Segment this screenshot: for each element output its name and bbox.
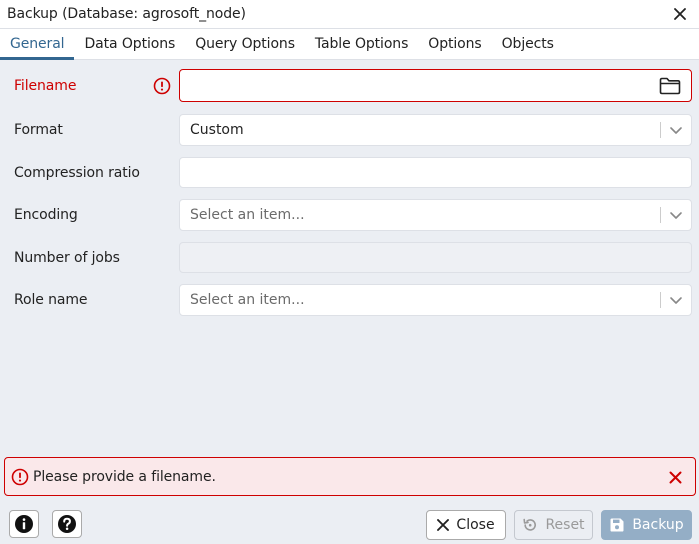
tab-options[interactable]: Options [418,29,491,59]
tab-table-options[interactable]: Table Options [305,29,418,59]
role-name-row: Role name Select an item... [0,284,699,316]
filename-row: Filename [0,69,699,102]
tab-bar: General Data Options Query Options Table… [0,29,699,60]
number-of-jobs-input [190,243,691,272]
compression-ratio-input[interactable] [190,158,691,187]
role-name-select[interactable]: Select an item... [179,284,692,316]
error-banner-message: Please provide a filename. [33,468,216,485]
chevron-down-icon[interactable] [668,207,684,223]
compression-ratio-label: Compression ratio [14,164,140,181]
chevron-down-icon[interactable] [668,292,684,308]
encoding-placeholder: Select an item... [190,207,305,223]
info-icon [14,514,34,534]
tab-data-options[interactable]: Data Options [74,29,185,59]
filename-label: Filename [14,77,77,94]
encoding-row: Encoding Select an item... [0,199,699,231]
role-name-placeholder: Select an item... [190,292,305,308]
dialog-title: Backup (Database: agrosoft_node) [7,6,246,22]
backup-button-label: Backup [632,517,684,533]
role-name-label: Role name [14,292,88,308]
filename-field[interactable] [179,69,692,102]
dialog-close-icon[interactable] [671,5,689,23]
number-of-jobs-label: Number of jobs [14,249,120,266]
format-row: Format Custom [0,114,699,146]
compression-ratio-row: Compression ratio [0,157,699,188]
select-separator [660,122,661,138]
close-icon [437,519,450,531]
dialog-footer: Close Reset Backup [0,500,699,544]
reset-icon [522,517,538,533]
info-button[interactable] [9,510,39,538]
error-circle-icon [11,468,29,486]
error-banner: Please provide a filename. [4,457,696,496]
reset-button[interactable]: Reset [514,510,593,540]
tab-query-options[interactable]: Query Options [185,29,305,59]
format-value: Custom [190,122,244,138]
tab-general[interactable]: General [0,29,75,60]
tab-objects[interactable]: Objects [492,29,564,59]
select-separator [660,292,661,308]
help-button[interactable] [52,510,82,538]
encoding-select[interactable]: Select an item... [179,199,692,231]
error-circle-icon [153,77,171,95]
reset-button-label: Reset [545,517,585,533]
select-separator [660,207,661,223]
save-icon [609,517,625,533]
format-label: Format [14,122,63,138]
filename-input[interactable] [190,70,691,101]
number-of-jobs-field [179,242,692,273]
help-icon [57,514,77,534]
chevron-down-icon[interactable] [668,122,684,138]
folder-icon[interactable] [659,76,681,96]
format-select[interactable]: Custom [179,114,692,146]
backup-button[interactable]: Backup [601,510,692,540]
banner-close-icon[interactable] [667,469,683,485]
close-button-label: Close [456,517,495,533]
compression-ratio-field[interactable] [179,157,692,188]
number-of-jobs-row: Number of jobs [0,242,699,273]
encoding-label: Encoding [14,207,78,223]
dialog-titlebar: Backup (Database: agrosoft_node) [0,0,699,29]
close-button[interactable]: Close [426,510,506,540]
